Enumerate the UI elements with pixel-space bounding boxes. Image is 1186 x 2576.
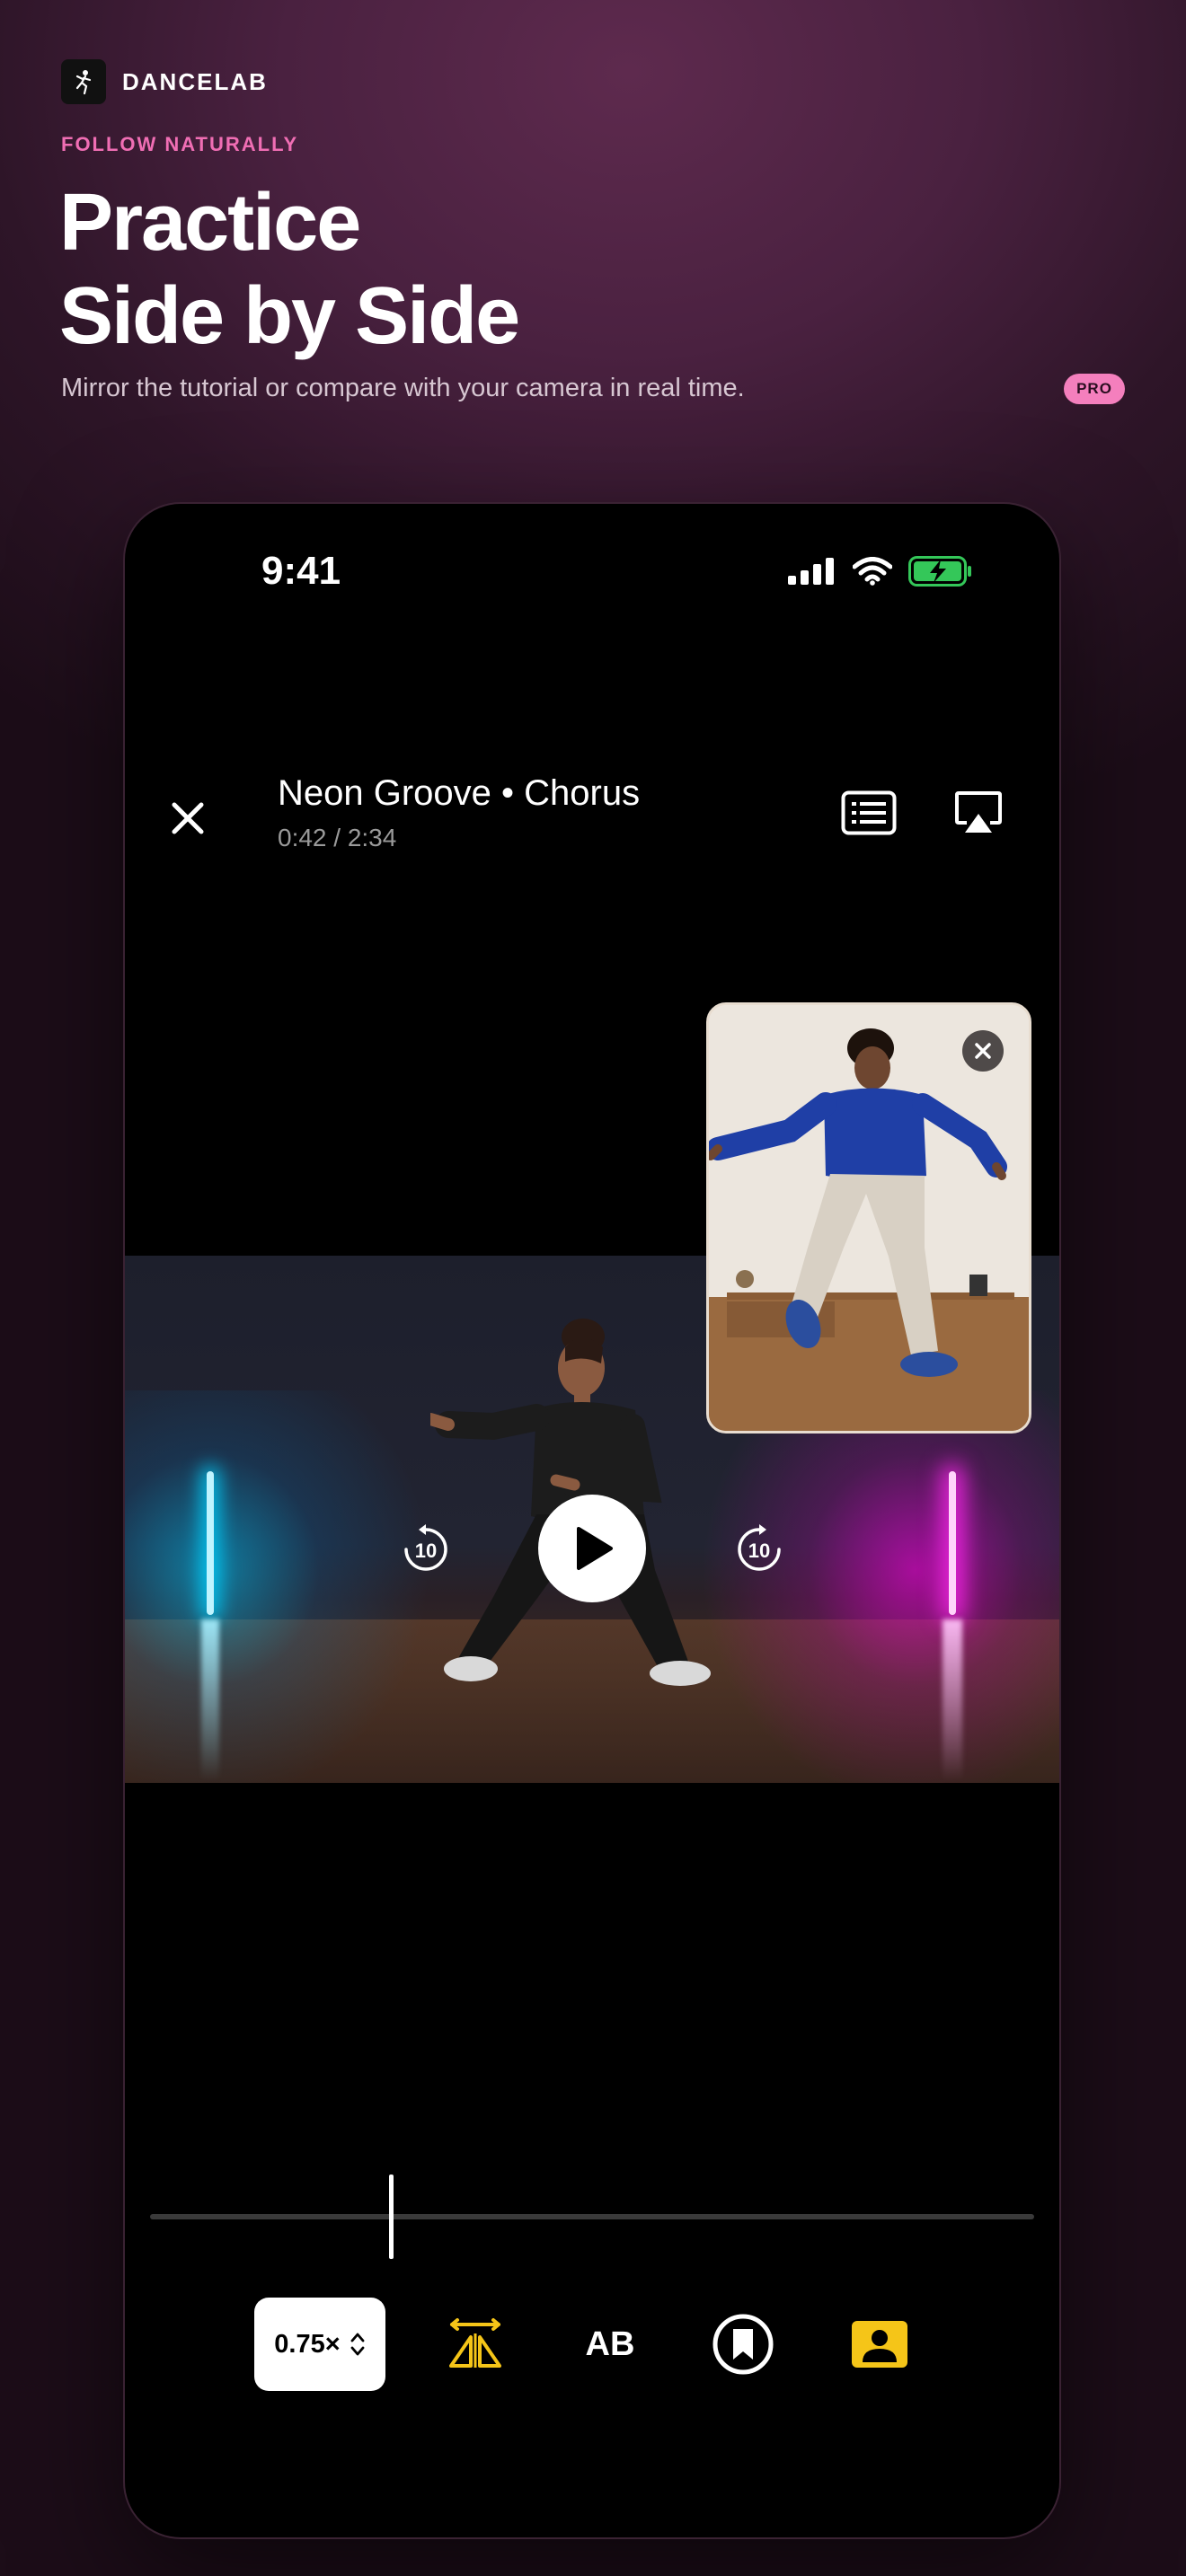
wifi-icon xyxy=(853,557,892,586)
mirror-button[interactable] xyxy=(439,2308,511,2380)
headline-line-2: Side by Side xyxy=(59,271,520,361)
camera-button[interactable] xyxy=(844,2308,916,2380)
battery-charging-icon xyxy=(908,556,971,587)
neon-glow-pink xyxy=(700,1390,1059,1783)
play-icon xyxy=(577,1527,613,1570)
player-toolbar: 0.75× AB xyxy=(125,2298,1059,2396)
video-title: Neon Groove • Chorus xyxy=(278,773,641,813)
video-timecode: 0:42 / 2:34 xyxy=(278,824,397,851)
brand: DANCELAB xyxy=(61,59,268,104)
speed-selector[interactable]: 0.75× xyxy=(254,2298,385,2391)
headline: Practice Side by Side xyxy=(59,176,520,363)
close-icon xyxy=(172,802,204,834)
captions-icon xyxy=(841,790,897,835)
neon-reflection-pink xyxy=(943,1619,962,1781)
chevron-up-down-icon xyxy=(350,2333,365,2356)
neon-glow-cyan xyxy=(125,1390,430,1783)
close-icon xyxy=(975,1043,991,1059)
status-time: 9:41 xyxy=(261,549,341,593)
neon-tube-pink xyxy=(949,1471,956,1615)
mirror-flip-icon xyxy=(449,2318,501,2368)
subtitle: Mirror the tutorial or compare with your… xyxy=(61,374,745,402)
forward-10-icon: 10 xyxy=(738,1524,781,1571)
rewind-button[interactable]: 10 xyxy=(394,1518,457,1581)
eyebrow-label: FOLLOW NATURALLY xyxy=(61,133,299,155)
progress-track[interactable] xyxy=(150,2214,1034,2219)
pip-close-button[interactable] xyxy=(962,1030,1004,1072)
brand-name: DANCELAB xyxy=(122,67,268,95)
ab-loop-button[interactable]: AB xyxy=(565,2308,655,2380)
cellular-signal-icon xyxy=(788,558,834,585)
rewind-10-icon: 10 xyxy=(404,1524,447,1571)
bookmark-icon xyxy=(712,2314,774,2375)
rewind-seconds: 10 xyxy=(415,1539,437,1562)
forward-seconds: 10 xyxy=(748,1539,770,1562)
pro-badge: PRO xyxy=(1064,374,1125,404)
neon-tube-cyan xyxy=(207,1471,214,1615)
close-button[interactable] xyxy=(165,796,210,841)
bookmark-button[interactable] xyxy=(707,2308,779,2380)
speed-label: 0.75× xyxy=(274,2329,341,2359)
headline-line-1: Practice xyxy=(59,178,361,268)
camera-pip[interactable] xyxy=(706,1002,1031,1434)
phone-frame: 9:41 Neon Groove • Chorus 0:42 / 2:34 10… xyxy=(125,504,1059,2537)
play-button[interactable] xyxy=(538,1495,646,1602)
neon-reflection-cyan xyxy=(201,1619,219,1781)
progress-playhead[interactable] xyxy=(389,2175,394,2259)
airplay-button[interactable] xyxy=(946,786,1011,840)
captions-button[interactable] xyxy=(836,786,901,840)
camera-person-icon xyxy=(852,2321,907,2368)
airplay-icon xyxy=(955,791,1002,833)
dancer-icon xyxy=(61,59,106,104)
status-icons xyxy=(788,556,973,587)
forward-button[interactable]: 10 xyxy=(728,1518,791,1581)
